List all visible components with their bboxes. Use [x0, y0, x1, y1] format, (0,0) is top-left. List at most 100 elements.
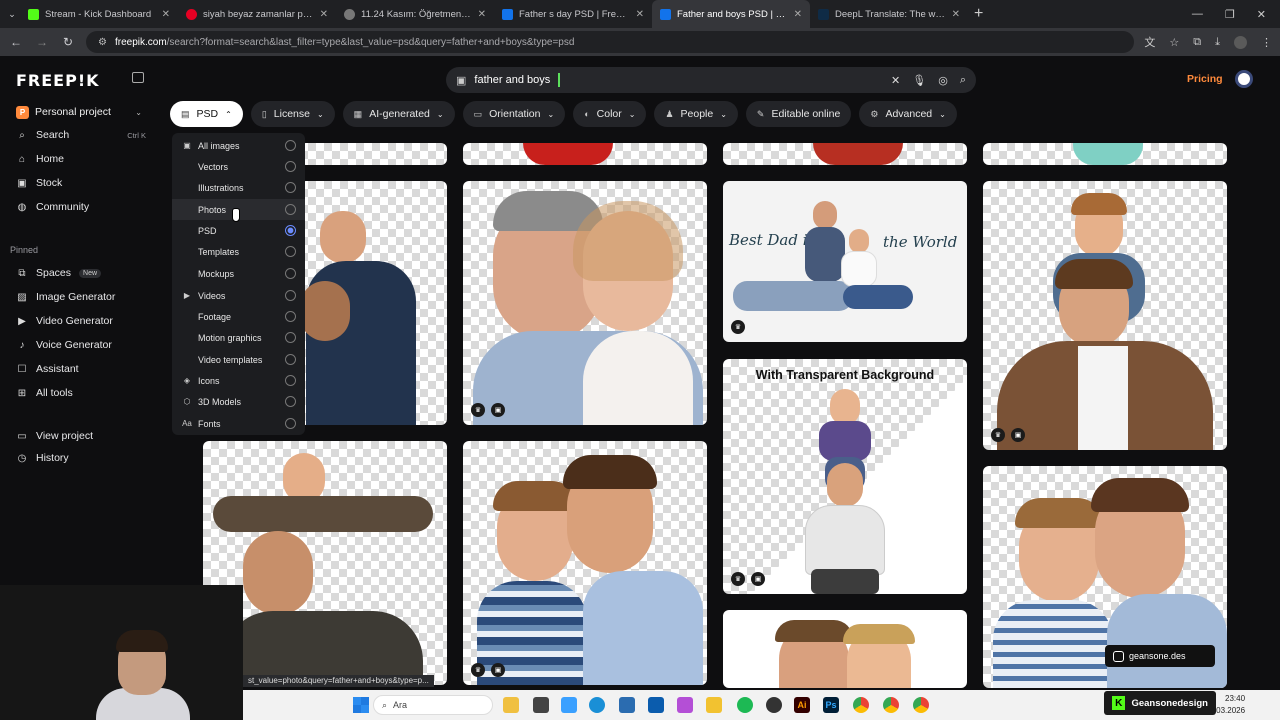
dd-option-videos[interactable]: ▶ Videos — [172, 285, 305, 306]
sidebar-toggle-icon[interactable] — [132, 72, 144, 83]
dd-option-all-images[interactable]: ▣ All images — [172, 135, 305, 156]
dd-option-3d-models[interactable]: ⬡ 3D Models — [172, 391, 305, 412]
taskbar-app-icon[interactable] — [533, 697, 549, 713]
radio-button[interactable] — [285, 161, 296, 172]
dd-option-illustrations[interactable]: Illustrations — [172, 177, 305, 198]
taskbar-app-icon[interactable] — [677, 697, 693, 713]
sidebar-item-home[interactable]: ⌂ Home — [16, 153, 146, 165]
dd-option-motion-graphics[interactable]: Motion graphics — [172, 327, 305, 348]
spotify-icon[interactable] — [737, 697, 753, 713]
forward-icon[interactable]: → — [34, 35, 50, 49]
project-selector[interactable]: P Personal project ⌄ — [10, 101, 148, 123]
pricing-link[interactable]: Pricing — [1187, 73, 1223, 85]
browser-tab[interactable]: siyah beyaz zamanlar panosu✕ — [178, 0, 336, 28]
image-card[interactable]: Best Dad in the World ♛ — [723, 181, 967, 342]
radio-button[interactable] — [285, 290, 296, 301]
new-tab-icon[interactable]: + — [968, 5, 989, 23]
close-window-icon[interactable]: ✕ — [1257, 8, 1266, 21]
edge-icon[interactable] — [589, 697, 605, 713]
obs-icon[interactable] — [766, 697, 782, 713]
search-input[interactable]: father and boys — [474, 74, 550, 86]
taskbar-search[interactable]: ⌕ Ara — [373, 695, 493, 715]
sidebar-item-view-project[interactable]: ▭ View project — [16, 430, 146, 442]
dd-option-footage[interactable]: Footage — [172, 306, 305, 327]
sidebar-item-stock[interactable]: ▣ Stock — [16, 177, 146, 189]
search-icon[interactable]: ⌕ — [960, 74, 966, 87]
image-card[interactable]: ♛ ▣ — [983, 181, 1227, 450]
close-tab-icon[interactable]: ✕ — [478, 9, 486, 20]
tab-list-icon[interactable]: ⌄ — [4, 9, 20, 20]
translate-icon[interactable]: 文 — [1144, 34, 1155, 50]
close-tab-icon[interactable]: ✕ — [952, 9, 960, 20]
radio-button[interactable] — [285, 354, 296, 365]
taskbar-app-icon[interactable] — [619, 697, 635, 713]
menu-icon[interactable]: ⋮ — [1261, 36, 1272, 49]
back-icon[interactable]: ← — [8, 35, 24, 49]
radio-button[interactable] — [285, 418, 296, 429]
ai-filter-chip[interactable]: ▦ AI-generated ⌄ — [342, 101, 455, 127]
dd-option-templates[interactable]: Templates — [172, 241, 305, 262]
browser-tab[interactable]: 11.24 Kasım: Öğretmenler Gün✕ — [336, 0, 494, 28]
image-card[interactable] — [463, 143, 707, 165]
image-card[interactable] — [723, 610, 967, 688]
taskbar-app-icon[interactable] — [503, 697, 519, 713]
profile-avatar-icon[interactable] — [1234, 35, 1247, 49]
sidebar-item-assistant[interactable]: ☐ Assistant — [16, 363, 146, 375]
url-field[interactable]: ⚙ freepik.com/search?format=search&last_… — [86, 31, 1135, 53]
camera-search-icon[interactable]: ◎ — [938, 74, 948, 87]
browser-tab-active[interactable]: Father and boys PSD | Free dow✕ — [652, 0, 810, 28]
radio-button[interactable] — [285, 182, 296, 193]
explorer-icon[interactable] — [706, 697, 722, 713]
radio-button[interactable] — [285, 375, 296, 386]
editable-online-chip[interactable]: ✎ Editable online — [745, 101, 852, 127]
image-card[interactable] — [300, 143, 447, 165]
extensions-icon[interactable]: ⧉ — [1193, 36, 1201, 49]
advanced-filter-chip[interactable]: ⚙ Advanced ⌄ — [859, 101, 957, 127]
radio-button[interactable] — [285, 204, 296, 215]
microphone-icon[interactable]: 🎙 — [912, 74, 926, 87]
close-tab-icon[interactable]: ✕ — [162, 9, 170, 20]
radio-button[interactable] — [285, 268, 296, 279]
dd-option-fonts[interactable]: Aa Fonts — [172, 413, 305, 434]
browser-tab[interactable]: Stream - Kick Dashboard ✕ — [20, 0, 178, 28]
site-info-icon[interactable]: ⚙ — [98, 37, 107, 48]
radio-button[interactable] — [285, 246, 296, 257]
dd-option-icons[interactable]: ◈ Icons — [172, 370, 305, 391]
radio-button[interactable] — [285, 311, 296, 322]
sidebar-item-community[interactable]: ◍ Community — [16, 201, 146, 213]
image-card[interactable] — [983, 143, 1227, 165]
image-card[interactable]: With Transparent Background ♛ ▣ — [723, 359, 967, 594]
user-avatar[interactable] — [1235, 70, 1253, 88]
orientation-filter-chip[interactable]: ▭ Orientation ⌄ — [462, 101, 566, 127]
browser-tab[interactable]: Father s day PSD | Free downlo✕ — [494, 0, 652, 28]
close-tab-icon[interactable]: ✕ — [794, 9, 802, 20]
image-card[interactable] — [723, 143, 967, 165]
color-filter-chip[interactable]: ◐ Color ⌄ — [573, 101, 647, 127]
maximize-icon[interactable]: ❐ — [1225, 8, 1235, 21]
radio-button[interactable] — [285, 140, 296, 151]
radio-button[interactable] — [285, 332, 296, 343]
image-card[interactable]: ♛ ▣ — [463, 181, 707, 425]
sidebar-item-video-generator[interactable]: ▶ Video Generator — [16, 315, 146, 327]
close-tab-icon[interactable]: ✕ — [636, 9, 644, 20]
clear-search-icon[interactable]: ✕ — [891, 74, 900, 87]
dd-option-mockups[interactable]: Mockups — [172, 263, 305, 284]
sidebar-item-image-generator[interactable]: ▨ Image Generator — [16, 291, 146, 303]
chrome-icon[interactable] — [913, 697, 929, 713]
windows-start-icon[interactable] — [353, 697, 369, 713]
radio-button[interactable] — [285, 396, 296, 407]
sidebar-item-search[interactable]: ⌕ Search Ctrl K — [16, 129, 146, 141]
photoshop-icon[interactable]: Ps — [823, 697, 839, 713]
download-icon[interactable]: ⤓ — [1215, 36, 1220, 49]
sidebar-item-history[interactable]: ◷ History — [16, 452, 146, 464]
chrome-icon[interactable] — [853, 697, 869, 713]
freepik-logo[interactable]: FREEP!K — [16, 71, 100, 90]
dd-option-vectors[interactable]: Vectors — [172, 156, 305, 177]
close-tab-icon[interactable]: ✕ — [320, 9, 328, 20]
image-card[interactable] — [300, 181, 447, 425]
dd-option-video-templates[interactable]: Video templates — [172, 349, 305, 370]
sidebar-item-all-tools[interactable]: ⊞ All tools — [16, 387, 146, 399]
illustrator-icon[interactable]: Ai — [794, 697, 810, 713]
chrome-icon[interactable] — [883, 697, 899, 713]
browser-tab[interactable]: DeepL Translate: The world's m✕ — [810, 0, 968, 28]
